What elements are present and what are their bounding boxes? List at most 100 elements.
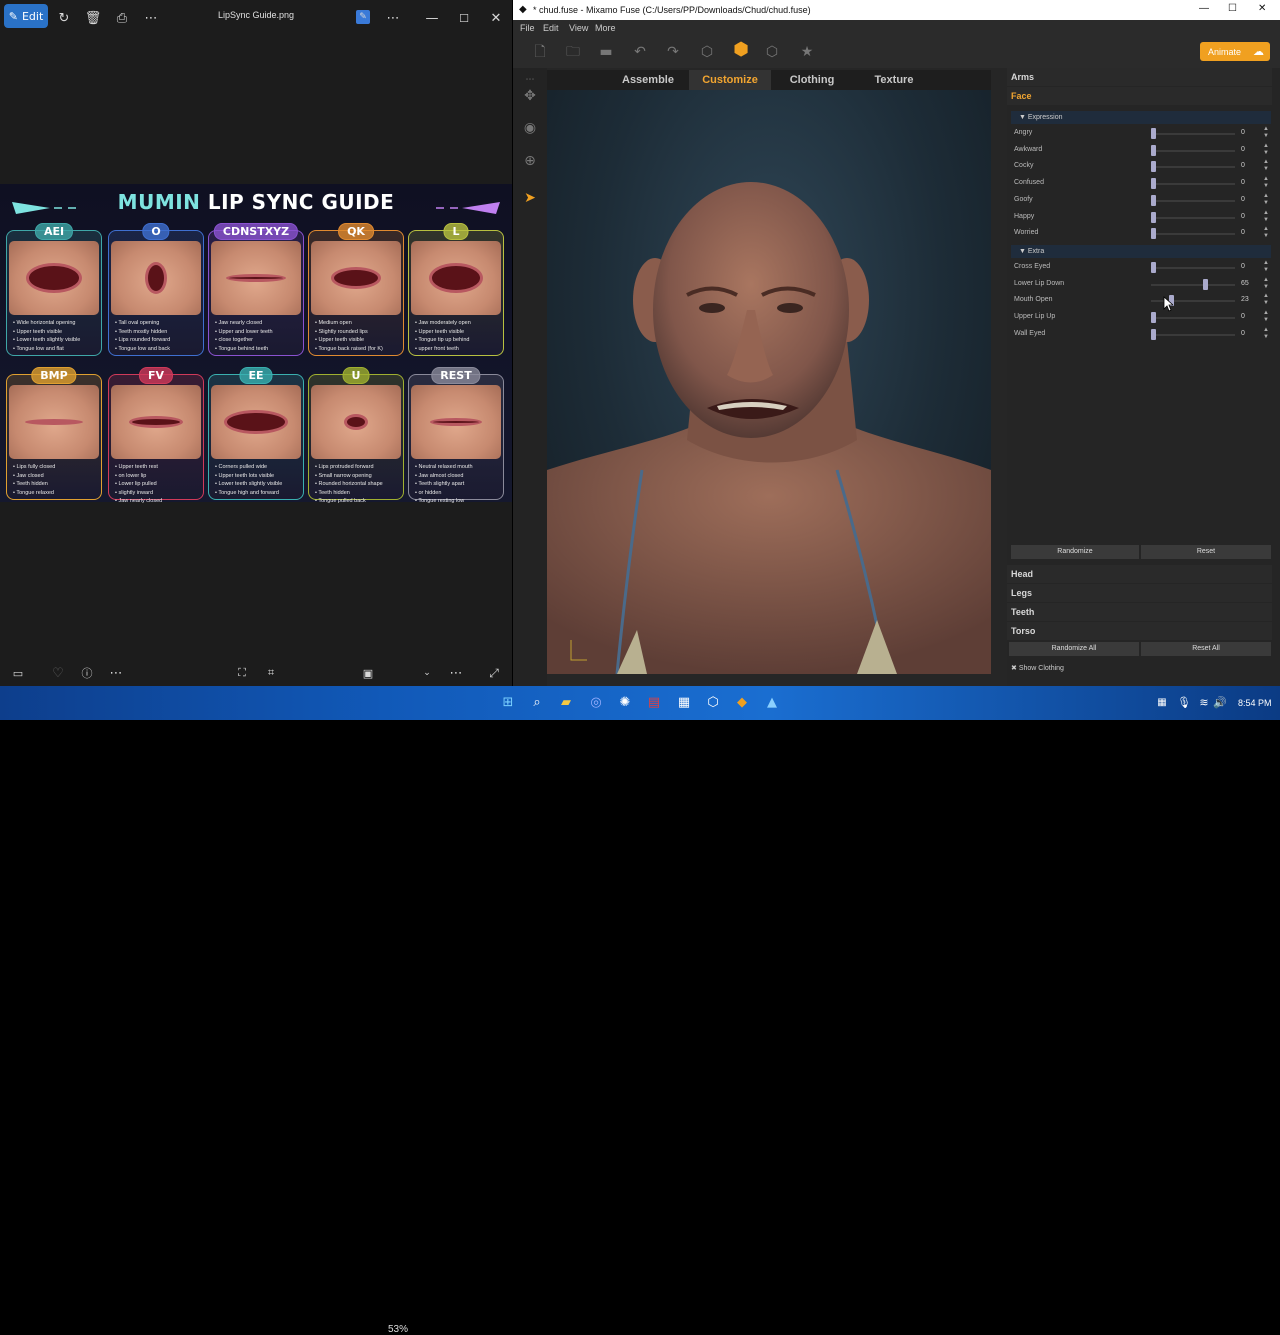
show-clothing-checkbox[interactable]: ✖ Show Clothing xyxy=(1011,664,1064,672)
slider-value[interactable]: 0 xyxy=(1241,263,1245,270)
spin-arrows-icon[interactable]: ▲ ▼ xyxy=(1263,260,1269,274)
shaded-cube-icon[interactable]: ⬡ xyxy=(764,44,780,60)
spin-arrows-icon[interactable]: ▲ ▼ xyxy=(1263,310,1269,324)
slider-thumb[interactable] xyxy=(1151,161,1156,173)
blender-icon[interactable]: ⬡ xyxy=(705,695,721,711)
3d-viewport[interactable] xyxy=(547,90,991,675)
search-icon[interactable]: ⌕ xyxy=(529,695,545,711)
close-icon[interactable]: ✕ xyxy=(488,8,504,28)
reset-all-button[interactable]: Reset All xyxy=(1141,642,1271,656)
save-icon[interactable]: ▬ xyxy=(598,44,614,60)
star-icon[interactable]: ★ xyxy=(799,44,815,60)
slider-value[interactable]: 0 xyxy=(1241,313,1245,320)
section-face[interactable]: Face xyxy=(1007,87,1272,105)
slider-thumb[interactable] xyxy=(1151,262,1156,273)
spin-arrows-icon[interactable]: ▲ ▼ xyxy=(1263,193,1269,207)
slider-thumb[interactable] xyxy=(1151,194,1156,206)
app-icon[interactable]: ◎ xyxy=(588,695,604,711)
open-folder-icon[interactable]: 🗀 xyxy=(565,44,581,60)
menu-view[interactable]: View xyxy=(569,23,588,33)
zoom-level[interactable]: 53% xyxy=(388,1324,408,1335)
menu-file[interactable]: File xyxy=(520,23,535,33)
orbit-icon[interactable]: ◉ xyxy=(522,120,538,136)
fit-icon[interactable]: ⌗ xyxy=(263,663,279,683)
section-arms[interactable]: Arms xyxy=(1007,68,1272,86)
more-options-icon[interactable]: ⋯ xyxy=(108,663,124,683)
minimize-icon[interactable]: — xyxy=(1199,3,1209,14)
slider-track[interactable] xyxy=(1151,233,1235,236)
spin-arrows-icon[interactable]: ▲ ▼ xyxy=(1263,293,1269,307)
slider-track[interactable] xyxy=(1151,199,1235,202)
print-icon[interactable]: ⎙ xyxy=(114,8,130,28)
designer-icon[interactable]: ✎ xyxy=(356,10,370,24)
slider-thumb[interactable] xyxy=(1151,312,1156,324)
pdf-icon[interactable]: ▤ xyxy=(646,695,662,711)
maximize-icon[interactable]: ☐ xyxy=(1228,3,1237,14)
slider-track[interactable] xyxy=(1151,333,1235,336)
spin-arrows-icon[interactable]: ▲ ▼ xyxy=(1263,210,1269,224)
menu-edit[interactable]: Edit xyxy=(543,23,559,33)
slider-value[interactable]: 23 xyxy=(1241,296,1249,303)
slider-value[interactable]: 0 xyxy=(1241,196,1245,203)
randomize-button[interactable]: Randomize xyxy=(1011,545,1139,559)
clock[interactable]: 8:54 PM xyxy=(1238,698,1272,708)
photos-icon[interactable]: ▲ xyxy=(764,695,780,711)
slider-track[interactable] xyxy=(1151,183,1235,186)
filmstrip-icon[interactable]: ▭ xyxy=(10,663,26,683)
slider-value[interactable]: 0 xyxy=(1241,179,1245,186)
fullscreen-icon[interactable]: ⤢ xyxy=(486,663,502,683)
redo-icon[interactable]: ↷ xyxy=(665,44,681,60)
spin-arrows-icon[interactable]: ▲ ▼ xyxy=(1263,327,1269,341)
slider-thumb[interactable] xyxy=(1151,178,1156,190)
volume-icon[interactable]: 🔊 xyxy=(1212,695,1228,711)
spin-arrows-icon[interactable]: ▲ ▼ xyxy=(1263,226,1269,240)
spin-arrows-icon[interactable]: ▲ ▼ xyxy=(1263,176,1269,190)
wifi-icon[interactable]: ≋ xyxy=(1196,695,1212,711)
slider-value[interactable]: 0 xyxy=(1241,229,1245,236)
slider-track[interactable] xyxy=(1151,133,1235,135)
info-icon[interactable]: ⓘ xyxy=(79,663,95,683)
chatgpt-icon[interactable]: ✺ xyxy=(617,695,633,711)
solid-cube-icon[interactable]: ⬢ xyxy=(731,41,751,62)
slider-track[interactable] xyxy=(1151,216,1235,219)
target-icon[interactable]: ⊕ xyxy=(522,153,538,169)
spin-arrows-icon[interactable]: ▲ ▼ xyxy=(1263,159,1269,173)
group-extra[interactable]: ▼ Extra xyxy=(1011,245,1271,258)
calculator-icon[interactable]: ▦ xyxy=(676,695,692,711)
fuse-taskbar-icon[interactable]: ◆ xyxy=(734,695,750,711)
file-explorer-icon[interactable]: ▰ xyxy=(558,695,574,711)
slider-thumb[interactable] xyxy=(1151,128,1156,139)
maximize-icon[interactable]: ☐ xyxy=(456,8,472,28)
slider-track[interactable] xyxy=(1151,317,1235,320)
spin-arrows-icon[interactable]: ▲ ▼ xyxy=(1263,277,1269,291)
slider-track[interactable] xyxy=(1151,149,1235,152)
edit-button[interactable]: ✎ Edit xyxy=(4,4,48,28)
tab-assemble[interactable]: Assemble xyxy=(607,70,689,90)
tab-texture[interactable]: Texture xyxy=(853,70,935,90)
new-file-icon[interactable]: 🗋 xyxy=(532,44,548,60)
minimize-icon[interactable]: — xyxy=(424,8,440,28)
select-cursor-icon[interactable]: ➤ xyxy=(522,190,538,206)
section-torso[interactable]: Torso xyxy=(1007,622,1272,640)
slider-track[interactable] xyxy=(1151,267,1235,269)
close-icon[interactable]: ✕ xyxy=(1258,3,1266,14)
menu-more[interactable]: More xyxy=(595,23,616,33)
microphone-icon[interactable]: 🎙 xyxy=(1176,695,1192,711)
slider-thumb[interactable] xyxy=(1151,211,1156,223)
slider-value[interactable]: 0 xyxy=(1241,330,1245,337)
slider-value[interactable]: 0 xyxy=(1241,162,1245,169)
delete-icon[interactable]: 🗑 xyxy=(85,8,102,28)
crop-icon[interactable]: ⛶ xyxy=(234,663,250,683)
slider-value[interactable]: 0 xyxy=(1241,129,1245,136)
more-icon[interactable]: ⋯ xyxy=(385,8,401,28)
undo-icon[interactable]: ↶ xyxy=(632,44,648,60)
zoom-fit-icon[interactable]: ▣ xyxy=(360,663,376,683)
chevron-down-icon[interactable]: ⌄ xyxy=(420,663,434,683)
tray-icon[interactable]: ▦ xyxy=(1154,695,1170,711)
slider-track[interactable] xyxy=(1151,283,1235,286)
section-legs[interactable]: Legs xyxy=(1007,584,1272,602)
rotate-icon[interactable]: ↻ xyxy=(56,8,72,28)
slider-value[interactable]: 0 xyxy=(1241,146,1245,153)
more-icon[interactable]: ⋯ xyxy=(448,663,464,683)
slider-value[interactable]: 65 xyxy=(1241,280,1249,287)
